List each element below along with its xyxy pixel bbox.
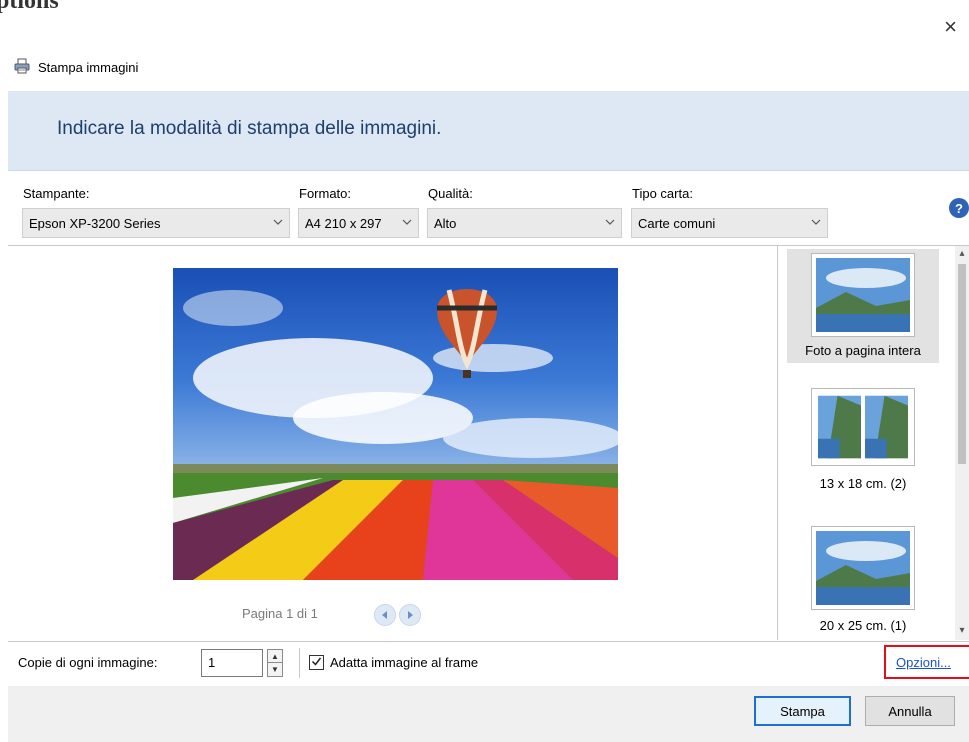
layout-thumbnail [811, 526, 915, 610]
layout-scrollbar[interactable]: ▴ ▾ [955, 246, 969, 640]
printer-label: Stampante: [23, 186, 90, 201]
copies-input[interactable]: 1 [201, 649, 263, 677]
quality-dropdown[interactable]: Alto [427, 208, 622, 238]
window-heading-fragment: ptions [0, 0, 59, 14]
paper-type-dropdown[interactable]: Carte comuni [631, 208, 828, 238]
cancel-button[interactable]: Annulla [865, 696, 955, 726]
copies-stepper[interactable]: ▲ ▼ [267, 649, 283, 677]
dialog-title-bar: Stampa immagini [14, 56, 138, 78]
chevron-down-icon [811, 219, 821, 225]
options-bar: Copie di ogni immagine: 1 ▲ ▼ Adatta imm… [8, 641, 969, 685]
scroll-up-icon[interactable]: ▴ [957, 249, 967, 259]
layout-13x18[interactable]: 13 x 18 cm. (2) [787, 388, 939, 498]
next-page-button[interactable] [399, 604, 421, 626]
printer-value: Epson XP-3200 Series [29, 215, 161, 231]
options-highlight-box: Opzioni... [884, 645, 969, 679]
fit-to-frame-checkbox[interactable] [309, 655, 324, 670]
layout-label: 13 x 18 cm. (2) [819, 476, 907, 491]
dialog-footer: Stampa Annulla [8, 686, 969, 742]
chevron-down-icon [605, 219, 615, 225]
layout-thumbnail [811, 253, 915, 337]
format-dropdown[interactable]: A4 210 x 297 [298, 208, 419, 238]
separator [299, 648, 300, 678]
layout-20x25[interactable]: 20 x 25 cm. (1) [787, 526, 939, 636]
layout-label: Foto a pagina intera [805, 343, 921, 358]
paper-type-label: Tipo carta: [632, 186, 693, 201]
format-value: A4 210 x 297 [305, 215, 382, 231]
help-icon[interactable]: ? [949, 198, 969, 218]
quality-value: Alto [434, 215, 457, 231]
close-icon[interactable]: × [944, 16, 957, 38]
page-indicator: Pagina 1 di 1 [242, 606, 318, 621]
preview-image [173, 268, 618, 580]
dialog-title: Stampa immagini [38, 59, 139, 75]
scroll-down-icon[interactable]: ▾ [957, 626, 967, 636]
chevron-down-icon [273, 219, 283, 225]
printer-icon [14, 58, 30, 77]
stepper-down-icon[interactable]: ▼ [268, 663, 282, 676]
instruction-text: Indicare la modalità di stampa delle imm… [57, 118, 442, 139]
instruction-banner: Indicare la modalità di stampa delle imm… [8, 91, 969, 171]
scrollbar-thumb[interactable] [958, 264, 966, 464]
print-button[interactable]: Stampa [754, 696, 851, 726]
options-link[interactable]: Opzioni... [896, 655, 951, 670]
format-label: Formato: [299, 186, 352, 201]
printer-dropdown[interactable]: Epson XP-3200 Series [22, 208, 290, 238]
layout-thumbnail [811, 388, 915, 466]
arrow-left-icon [382, 611, 387, 619]
layout-full-page[interactable]: Foto a pagina intera [787, 249, 939, 363]
copies-label: Copie di ogni immagine: [18, 655, 158, 670]
stepper-up-icon[interactable]: ▲ [268, 650, 282, 663]
arrow-right-icon [408, 611, 413, 619]
layout-panel: Foto a pagina intera 13 x 18 cm. (2) 20 … [777, 246, 969, 640]
paper-type-value: Carte comuni [638, 215, 716, 231]
prev-page-button[interactable] [374, 604, 396, 626]
chevron-down-icon [402, 219, 412, 225]
checkmark-icon [311, 657, 322, 666]
quality-label: Qualità: [428, 186, 473, 201]
fit-to-frame-label[interactable]: Adatta immagine al frame [330, 655, 478, 670]
layout-label: 20 x 25 cm. (1) [819, 618, 907, 633]
